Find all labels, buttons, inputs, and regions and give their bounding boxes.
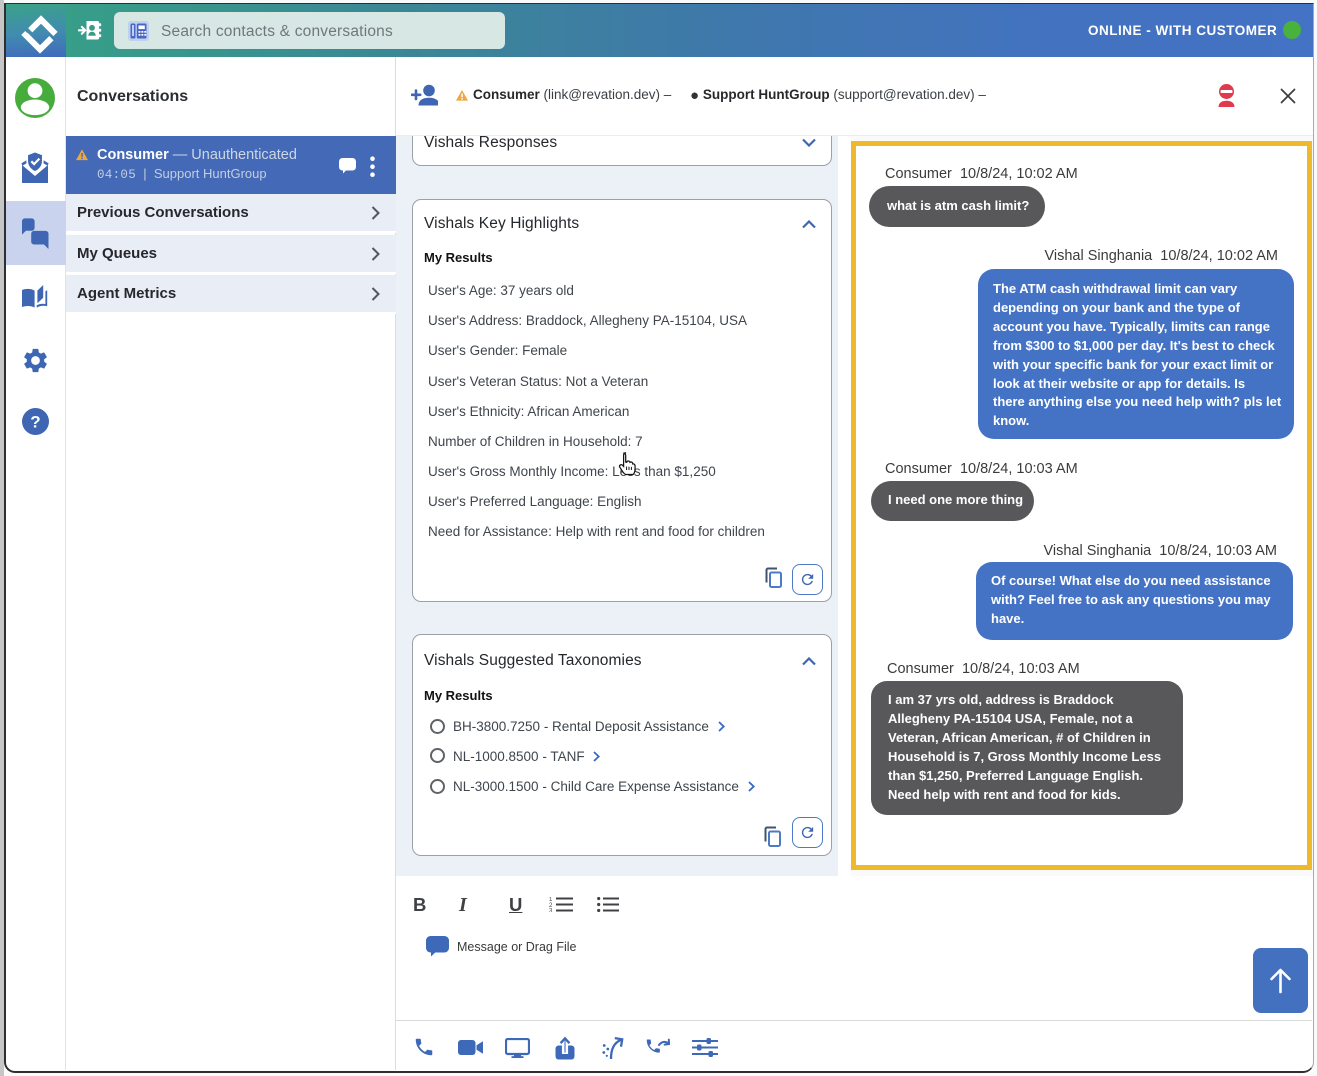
svg-text:?: ?	[30, 413, 40, 432]
svg-text:3: 3	[549, 909, 553, 913]
